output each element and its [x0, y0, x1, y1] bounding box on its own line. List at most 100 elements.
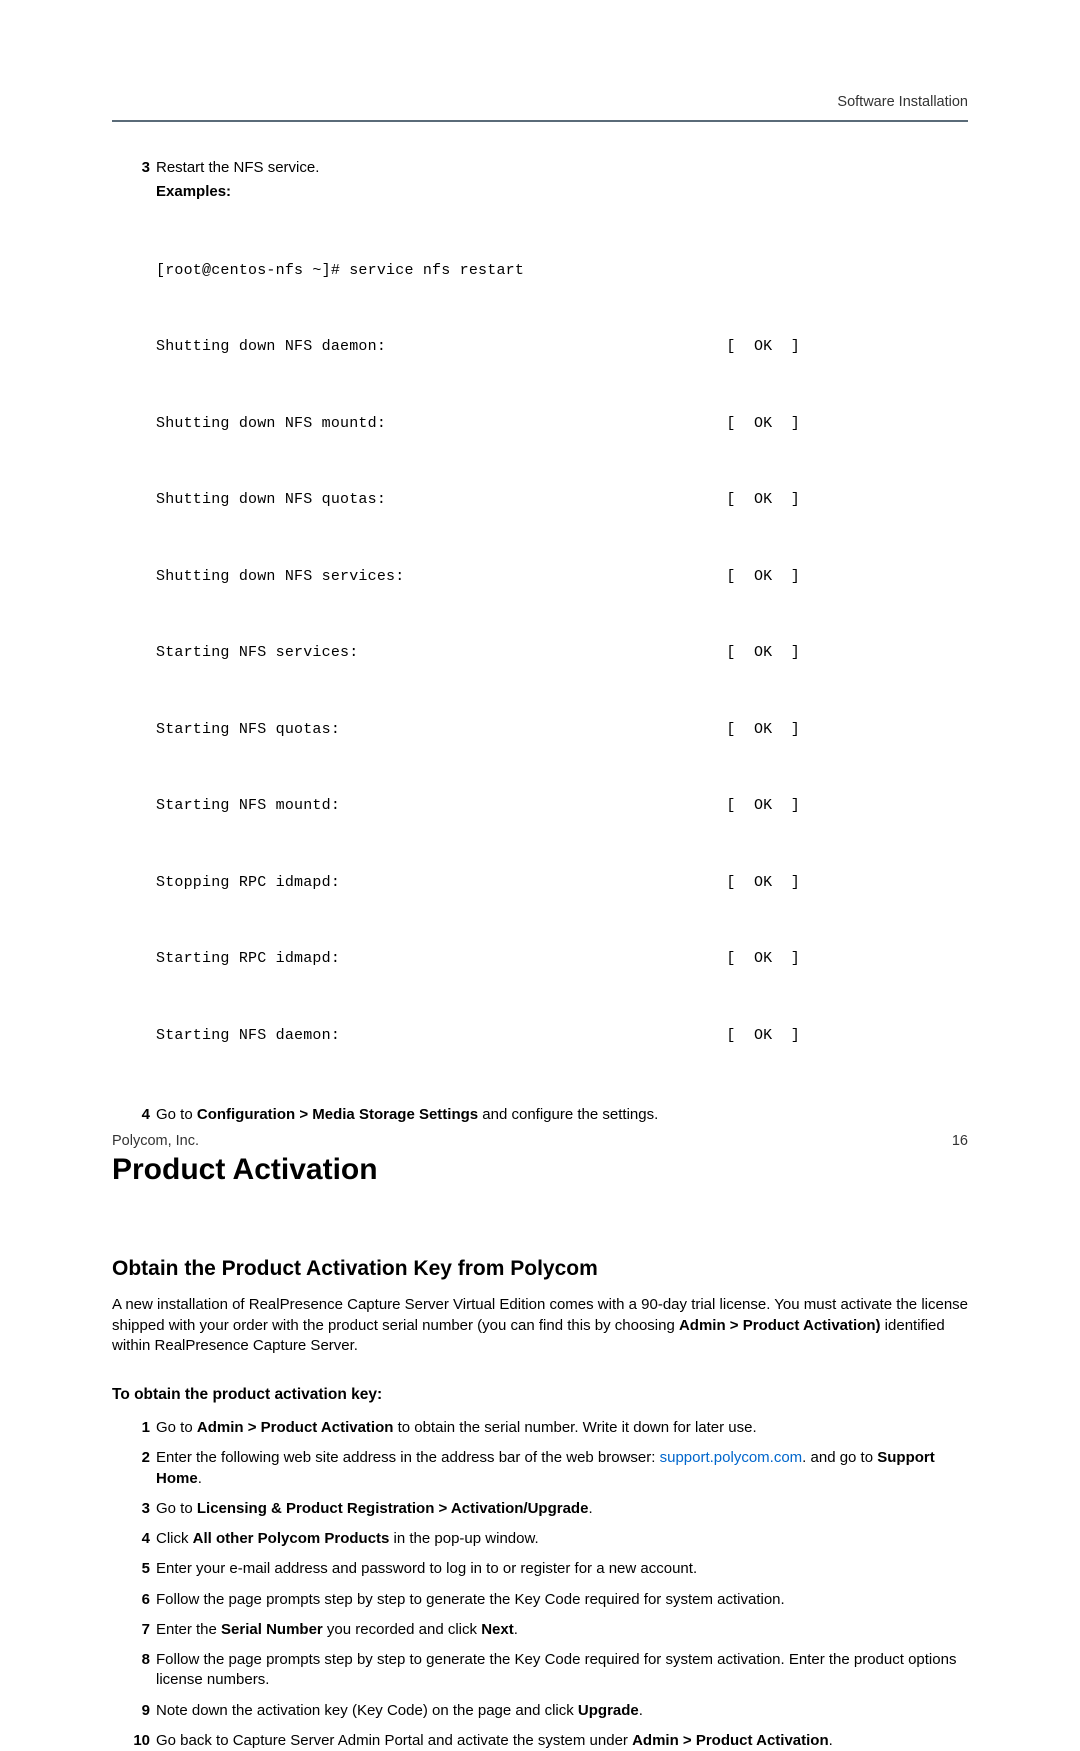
support-link[interactable]: support.polycom.com — [660, 1449, 803, 1466]
text-pre: Click — [156, 1530, 193, 1547]
terminal-line: Starting NFS services: [ OK ] — [156, 640, 800, 666]
activation-step-4: 4 Click All other Polycom Products in th… — [156, 1529, 968, 1549]
page-header-section: Software Installation — [112, 94, 968, 122]
text-post: . — [639, 1702, 643, 1719]
term-status: [ OK ] — [726, 1023, 800, 1049]
step-number: 9 — [132, 1701, 150, 1721]
terminal-line: Shutting down NFS mountd: [ OK ] — [156, 411, 800, 437]
step-number: 4 — [132, 1529, 150, 1549]
footer-page-number: 16 — [952, 1133, 968, 1149]
step-text-bold: Configuration > Media Storage Settings — [197, 1106, 478, 1123]
para-bold: Admin > Product Activation) — [679, 1317, 881, 1334]
step-3: 3 Restart the NFS service. Examples: [ro… — [156, 158, 968, 1099]
term-label: Stopping RPC idmapd: — [156, 870, 340, 896]
terminal-line: Shutting down NFS daemon: [ OK ] — [156, 334, 800, 360]
step-text-post: and configure the settings. — [478, 1106, 658, 1123]
top-steps-continuation: 3 Restart the NFS service. Examples: [ro… — [112, 158, 968, 1125]
text: Follow the page prompts step by step to … — [156, 1651, 956, 1688]
step-number: 10 — [126, 1731, 150, 1751]
header-section-label: Software Installation — [837, 94, 968, 110]
activation-step-8: 8 Follow the page prompts step by step t… — [156, 1650, 968, 1691]
term-label: Shutting down NFS mountd: — [156, 411, 386, 437]
term-status: [ OK ] — [726, 717, 800, 743]
text-post1: . and go to — [802, 1449, 877, 1466]
procedure-title: To obtain the product activation key: — [112, 1386, 968, 1404]
text-pre: Note down the activation key (Key Code) … — [156, 1702, 578, 1719]
text-post: . — [588, 1500, 592, 1517]
text-bold: Upgrade — [578, 1702, 639, 1719]
section-heading-product-activation: Product Activation — [112, 1153, 968, 1187]
term-status: [ OK ] — [726, 564, 800, 590]
term-status: [ OK ] — [726, 793, 800, 819]
step-number: 4 — [132, 1105, 150, 1125]
text-bold: All other Polycom Products — [193, 1530, 390, 1547]
terminal-line: Stopping RPC idmapd: [ OK ] — [156, 870, 800, 896]
intro-paragraph: A new installation of RealPresence Captu… — [112, 1295, 968, 1356]
text-post2: . — [198, 1470, 202, 1487]
activation-step-9: 9 Note down the activation key (Key Code… — [156, 1701, 968, 1721]
text-bold-2: Next — [481, 1621, 514, 1638]
term-status: [ OK ] — [726, 487, 800, 513]
text-post: in the pop-up window. — [389, 1530, 538, 1547]
text-pre: Go back to Capture Server Admin Portal a… — [156, 1732, 632, 1749]
text-pre: Go to — [156, 1500, 197, 1517]
activation-step-2: 2 Enter the following web site address i… — [156, 1448, 968, 1489]
terminal-output: [root@centos-nfs ~]# service nfs restart… — [156, 207, 968, 1100]
term-label: Starting NFS quotas: — [156, 717, 340, 743]
term-label: Shutting down NFS daemon: — [156, 334, 386, 360]
step-number: 5 — [132, 1559, 150, 1579]
step-number: 2 — [132, 1448, 150, 1468]
step-number: 1 — [132, 1418, 150, 1438]
term-status: [ OK ] — [726, 640, 800, 666]
examples-label: Examples: — [156, 182, 968, 202]
terminal-line: Starting RPC idmapd: [ OK ] — [156, 946, 800, 972]
activation-step-3: 3 Go to Licensing & Product Registration… — [156, 1499, 968, 1519]
text-post: to obtain the serial number. Write it do… — [393, 1419, 756, 1436]
activation-steps: 1 Go to Admin > Product Activation to ob… — [112, 1418, 968, 1751]
activation-step-7: 7 Enter the Serial Number you recorded a… — [156, 1620, 968, 1640]
text-pre: Enter the following web site address in … — [156, 1449, 660, 1466]
text-pre: Enter the — [156, 1621, 221, 1638]
text-bold: Admin > Product Activation — [197, 1419, 394, 1436]
step-text-pre: Go to — [156, 1106, 197, 1123]
term-label: Starting NFS daemon: — [156, 1023, 340, 1049]
term-status: [ OK ] — [726, 334, 800, 360]
activation-step-10: 10 Go back to Capture Server Admin Porta… — [156, 1731, 968, 1751]
terminal-command: [root@centos-nfs ~]# service nfs restart — [156, 258, 968, 284]
activation-step-5: 5 Enter your e-mail address and password… — [156, 1559, 968, 1579]
terminal-line: Shutting down NFS services: [ OK ] — [156, 564, 800, 590]
subsection-heading: Obtain the Product Activation Key from P… — [112, 1257, 968, 1281]
text-bold: Licensing & Product Registration > Activ… — [197, 1500, 589, 1517]
step-text: Restart the NFS service. — [156, 159, 319, 176]
term-label: Shutting down NFS services: — [156, 564, 404, 590]
activation-step-6: 6 Follow the page prompts step by step t… — [156, 1590, 968, 1610]
page-footer: Polycom, Inc. 16 — [112, 1133, 968, 1149]
step-number: 8 — [132, 1650, 150, 1670]
text: Follow the page prompts step by step to … — [156, 1591, 785, 1608]
text-post: . — [829, 1732, 833, 1749]
footer-company: Polycom, Inc. — [112, 1133, 199, 1149]
step-number: 3 — [132, 1499, 150, 1519]
text: Enter your e-mail address and password t… — [156, 1560, 697, 1577]
term-label: Starting NFS mountd: — [156, 793, 340, 819]
terminal-line: Starting NFS quotas: [ OK ] — [156, 717, 800, 743]
terminal-line: Shutting down NFS quotas: [ OK ] — [156, 487, 800, 513]
step-number: 3 — [132, 158, 150, 178]
term-status: [ OK ] — [726, 946, 800, 972]
term-status: [ OK ] — [726, 411, 800, 437]
term-label: Starting NFS services: — [156, 640, 358, 666]
text-mid: you recorded and click — [323, 1621, 481, 1638]
text-bold: Admin > Product Activation — [632, 1732, 829, 1749]
text-bold-1: Serial Number — [221, 1621, 323, 1638]
terminal-line: Starting NFS mountd: [ OK ] — [156, 793, 800, 819]
text-pre: Go to — [156, 1419, 197, 1436]
term-label: Shutting down NFS quotas: — [156, 487, 386, 513]
text-post: . — [514, 1621, 518, 1638]
activation-step-1: 1 Go to Admin > Product Activation to ob… — [156, 1418, 968, 1438]
step-number: 7 — [132, 1620, 150, 1640]
step-4: 4 Go to Configuration > Media Storage Se… — [156, 1105, 968, 1125]
term-label: Starting RPC idmapd: — [156, 946, 340, 972]
term-status: [ OK ] — [726, 870, 800, 896]
step-number: 6 — [132, 1590, 150, 1610]
terminal-line: Starting NFS daemon: [ OK ] — [156, 1023, 800, 1049]
